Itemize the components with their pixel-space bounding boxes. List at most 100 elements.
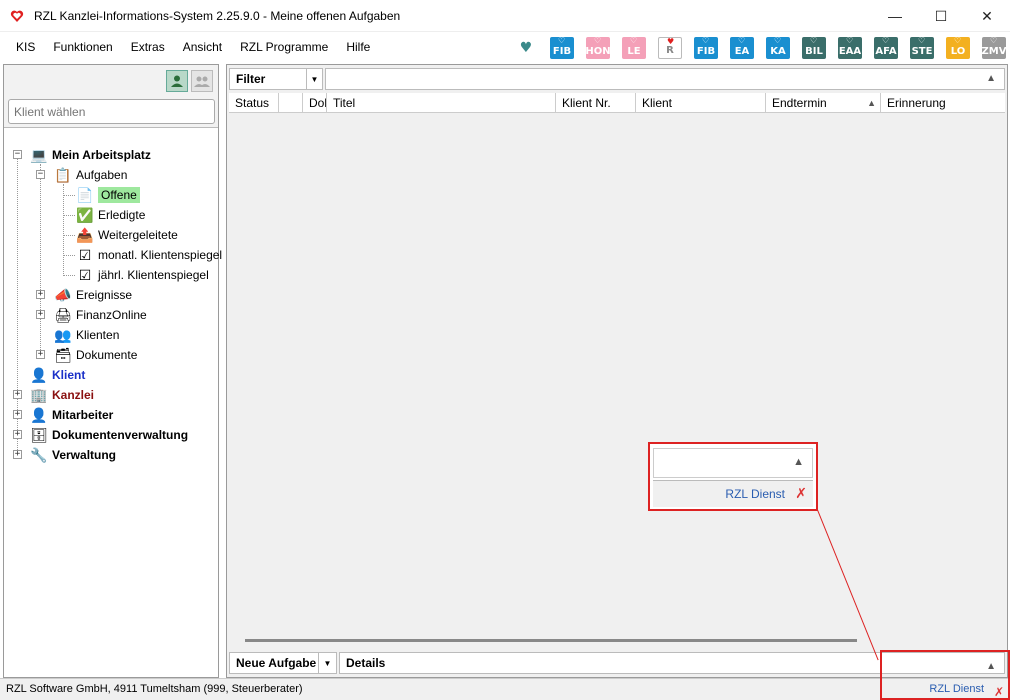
expander-finanzonline[interactable]: +	[36, 310, 45, 319]
task-grid-header: Status Dok Titel Klient Nr. Klient Endte…	[229, 93, 1005, 113]
client-person-icon: 👤	[30, 366, 48, 383]
tree-item-jaehrl-klientenspiegel[interactable]: ☑ jährl. Klientenspiegel	[76, 265, 209, 285]
navigation-panel: − 💻 Mein Arbeitsplatz − 📋 Aufgaben 📄 Off…	[3, 64, 222, 678]
menu-bar: KIS Funktionen Extras Ansicht RZL Progra…	[0, 32, 1010, 62]
tree-item-finanzonline[interactable]: 🖨 FinanzOnline	[54, 305, 147, 325]
document-management-icon: 🗄	[30, 426, 48, 443]
program-le-button[interactable]: ♡ LE	[622, 36, 646, 59]
program-launchers: ♥ ♡ FIB ♡ HON ♡ LE ♥ R ♡ FIB ♡ EA ♡ KA ♡ BIL ♡ EA…	[514, 36, 1006, 60]
minimize-button[interactable]: —	[872, 0, 918, 32]
rzl-heart-icon	[10, 10, 24, 22]
program-bil-button[interactable]: ♡ BIL	[802, 36, 826, 59]
task-list-icon: 📋	[54, 166, 72, 183]
new-task-button[interactable]: Neue Aufgabe	[229, 652, 319, 674]
expander-kanzlei[interactable]: +	[13, 390, 22, 399]
menu-rzl-programme[interactable]: RZL Programme	[231, 32, 337, 62]
program-ea-button[interactable]: ♡ EA	[730, 36, 754, 59]
maximize-button[interactable]: ☐	[918, 0, 964, 32]
status-bar: RZL Software GmbH, 4911 Tumeltsham (999,…	[0, 678, 1010, 700]
program-eaa-button[interactable]: ♡ EAA	[838, 36, 862, 59]
tree-item-offene[interactable]: 📄 Offene	[76, 185, 140, 205]
highlight-box	[880, 650, 1010, 700]
task-list-panel: Filter ▼ ▲ Status Dok Titel Klient Nr. K…	[226, 64, 1008, 678]
callout-rzl-dienst-label: RZL Dienst	[725, 487, 785, 501]
sort-ascending-icon: ▲	[867, 98, 876, 108]
window-controls: — ☐ ✕	[872, 0, 1010, 32]
expander-dokumentenverwaltung[interactable]: +	[13, 430, 22, 439]
column-klient-nr[interactable]: Klient Nr.	[556, 93, 636, 113]
checklist-icon: ☑	[78, 266, 92, 283]
column-endtermin[interactable]: Endtermin ▲	[766, 93, 881, 113]
chevron-down-icon: ▼	[310, 74, 319, 84]
program-ka-button[interactable]: ♡ KA	[766, 36, 790, 59]
column-titel[interactable]: Titel	[327, 93, 556, 113]
tree-item-dokumentenverwaltung[interactable]: 🗄 Dokumentenverwaltung	[30, 425, 188, 445]
clients-icon: 👥	[54, 326, 72, 343]
horizontal-scrollbar[interactable]	[245, 639, 857, 642]
filter-button[interactable]: Filter	[229, 68, 307, 90]
employee-icon: 👤	[30, 406, 48, 423]
column-dok[interactable]: Dok	[303, 93, 327, 113]
window-title: RZL Kanzlei-Informations-System 2.25.9.0…	[34, 8, 401, 23]
tree-item-mitarbeiter[interactable]: 👤 Mitarbeiter	[30, 405, 113, 425]
menu-funktionen[interactable]: Funktionen	[44, 32, 121, 62]
menu-hilfe[interactable]: Hilfe	[337, 32, 379, 62]
tree-item-aufgaben[interactable]: 📋 Aufgaben	[54, 165, 127, 185]
program-r-button[interactable]: ♥ R	[658, 37, 682, 59]
expander-verwaltung[interactable]: +	[13, 450, 22, 459]
disconnected-plug-icon: ✗	[795, 485, 807, 501]
title-bar: RZL Kanzlei-Informations-System 2.25.9.0…	[0, 0, 1010, 32]
expand-up-icon: ▲	[793, 456, 804, 468]
tree-item-ereignisse[interactable]: 📣 Ereignisse	[54, 285, 132, 305]
status-company-text: RZL Software GmbH, 4911 Tumeltsham (999,…	[6, 683, 303, 695]
tree-item-dokumente[interactable]: 🗃 Dokumente	[54, 345, 137, 365]
office-building-icon: 🏢	[30, 386, 48, 403]
filter-bar: Filter ▼ ▲	[229, 68, 1005, 90]
program-lo-button[interactable]: ♡ LO	[946, 36, 970, 59]
tree-item-klient[interactable]: 👤 Klient	[30, 365, 85, 385]
user-icon	[171, 75, 183, 87]
filter-dropdown-button[interactable]: ▼	[307, 68, 323, 90]
tree-item-erledigte[interactable]: ✅ Erledigte	[76, 205, 145, 225]
group-users-button[interactable]	[191, 70, 213, 92]
menu-kis[interactable]: KIS	[7, 32, 44, 62]
program-fib2-button[interactable]: ♡ FIB	[694, 36, 718, 59]
column-erinnerung[interactable]: Erinnerung	[881, 93, 1005, 113]
finanzonline-icon: 🖨	[54, 306, 72, 323]
column-status[interactable]: Status	[229, 93, 279, 113]
callout-details-bar: ▲	[653, 448, 813, 478]
chevron-down-icon: ▼	[323, 658, 332, 668]
tree-item-arbeitsplatz[interactable]: 💻 Mein Arbeitsplatz	[30, 145, 151, 165]
expander-dokumente[interactable]: +	[36, 350, 45, 359]
tree-item-verwaltung[interactable]: 🔧 Verwaltung	[30, 445, 116, 465]
filter-input[interactable]: ▲	[325, 68, 1005, 90]
expander-mitarbeiter[interactable]: +	[13, 410, 22, 419]
program-fib-button[interactable]: ♡ FIB	[550, 36, 574, 59]
single-user-button[interactable]	[166, 70, 188, 92]
checklist-icon: ☑	[78, 246, 92, 263]
column-flag[interactable]	[279, 93, 303, 113]
navigation-tree: − 💻 Mein Arbeitsplatz − 📋 Aufgaben 📄 Off…	[4, 128, 222, 677]
column-klient[interactable]: Klient	[636, 93, 766, 113]
program-hon-button[interactable]: ♡ HON	[585, 36, 611, 59]
collapse-up-icon[interactable]: ▲	[986, 73, 996, 84]
tree-item-kanzlei[interactable]: 🏢 Kanzlei	[30, 385, 94, 405]
program-ste-button[interactable]: ♡ STE	[910, 36, 934, 59]
forwarded-task-icon: 📤	[76, 226, 94, 243]
program-afa-button[interactable]: ♡ AFA	[874, 36, 898, 59]
client-search-input[interactable]	[8, 99, 215, 124]
tree-item-monatl-klientenspiegel[interactable]: ☑ monatl. Klientenspiegel	[76, 245, 222, 265]
program-zmv-button[interactable]: ♡ ZMV	[982, 36, 1006, 59]
close-button[interactable]: ✕	[964, 0, 1010, 32]
tree-item-weitergeleitete[interactable]: 📤 Weitergeleitete	[76, 225, 178, 245]
expander-arbeitsplatz[interactable]: −	[13, 150, 22, 159]
new-task-dropdown-button[interactable]: ▼	[319, 652, 337, 674]
done-task-icon: ✅	[76, 206, 94, 223]
expander-ereignisse[interactable]: +	[36, 290, 45, 299]
menu-extras[interactable]: Extras	[122, 32, 174, 62]
menu-ansicht[interactable]: Ansicht	[174, 32, 231, 62]
tree-item-klienten[interactable]: 👥 Klienten	[54, 325, 119, 345]
heart-link-icon[interactable]: ♥	[514, 37, 538, 59]
events-icon: 📣	[54, 286, 72, 303]
expander-aufgaben[interactable]: −	[36, 170, 45, 179]
